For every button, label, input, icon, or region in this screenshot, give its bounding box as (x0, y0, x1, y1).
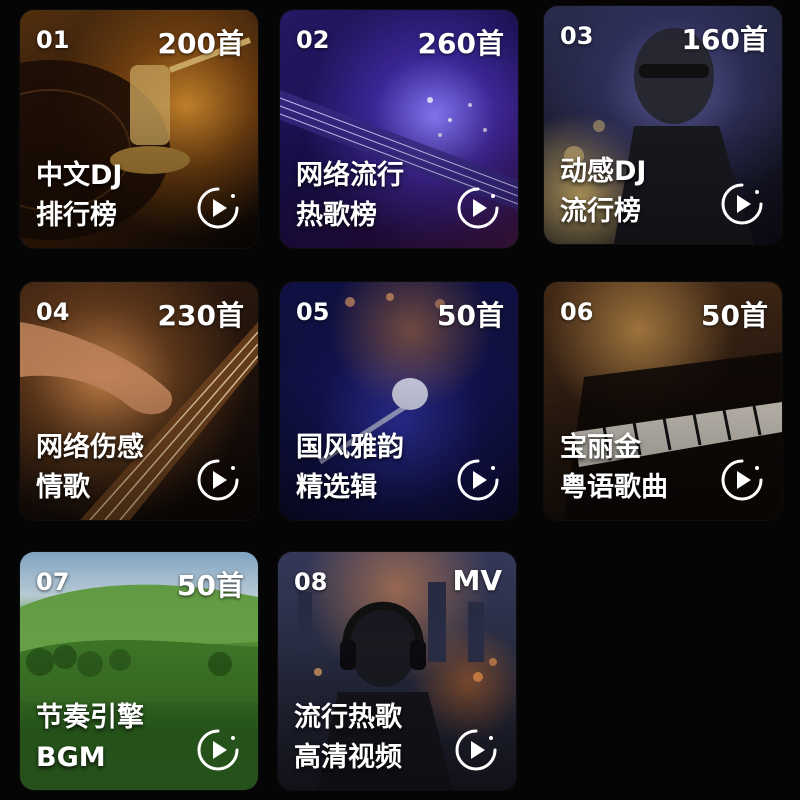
play-circle-icon[interactable] (456, 186, 500, 230)
playlist-title-line1: 中文DJ (36, 160, 123, 191)
playlist-title-line1: 宝丽金 (560, 432, 641, 463)
playlist-title-line2: 粤语歌曲 (560, 472, 668, 503)
playlist-title-line1: 流行热歌 (294, 702, 402, 733)
playlist-card-01[interactable]: 01 200首 中文DJ 排行榜 (20, 10, 258, 248)
playlist-title: 宝丽金 粤语歌曲 (560, 428, 668, 508)
playlist-title-line2: 流行榜 (560, 196, 641, 227)
playlist-title-line1: 节奏引擎 (36, 702, 144, 733)
playlist-title-line1: 网络伤感 (36, 432, 144, 463)
play-circle-icon[interactable] (720, 458, 764, 502)
play-circle-icon[interactable] (196, 458, 240, 502)
playlist-number: 02 (296, 26, 330, 54)
playlist-title-line2: 热歌榜 (296, 200, 377, 231)
playlist-title-line2: 高清视频 (294, 742, 402, 773)
playlist-track-count: 160首 (681, 23, 768, 56)
playlist-track-count: 230首 (157, 299, 244, 332)
play-circle-icon[interactable] (456, 458, 500, 502)
playlist-card-03[interactable]: 03 160首 动感DJ 流行榜 (544, 6, 782, 244)
playlist-title-line2: 排行榜 (36, 200, 117, 231)
playlist-number: 07 (36, 568, 70, 596)
play-circle-icon[interactable] (196, 728, 240, 772)
playlist-title: 节奏引擎 BGM (36, 698, 144, 778)
playlist-title-line2: 精选辑 (296, 472, 377, 503)
playlist-card-02[interactable]: 02 260首 网络流行 热歌榜 (280, 10, 518, 248)
playlist-number: 04 (36, 298, 70, 326)
play-circle-icon[interactable] (454, 728, 498, 772)
playlist-number: 05 (296, 298, 330, 326)
playlist-card-06[interactable]: 06 50首 宝丽金 粤语歌曲 (544, 282, 782, 520)
playlist-title: 国风雅韵 精选辑 (296, 428, 404, 508)
playlist-number: 06 (560, 298, 594, 326)
playlist-track-count: 50首 (177, 569, 244, 602)
playlist-title: 中文DJ 排行榜 (36, 156, 122, 236)
playlist-title-line1: 网络流行 (296, 160, 404, 191)
playlist-number: 01 (36, 26, 70, 54)
playlist-track-count: MV (452, 564, 502, 597)
playlist-track-count: 50首 (701, 299, 768, 332)
playlist-number: 08 (294, 568, 328, 596)
playlist-card-08[interactable]: 08 MV 流行热歌 高清视频 (278, 552, 516, 790)
playlist-track-count: 50首 (437, 299, 504, 332)
playlist-title-line2: BGM (36, 742, 106, 773)
playlist-card-05[interactable]: 05 50首 国风雅韵 精选辑 (280, 282, 518, 520)
play-circle-icon[interactable] (196, 186, 240, 230)
playlist-track-count: 260首 (417, 27, 504, 60)
playlist-card-07[interactable]: 07 50首 节奏引擎 BGM (20, 552, 258, 790)
playlist-grid: 01 200首 中文DJ 排行榜 02 260首 网络流行 热歌榜 03 160… (0, 0, 800, 800)
playlist-card-04[interactable]: 04 230首 网络伤感 情歌 (20, 282, 258, 520)
playlist-title: 流行热歌 高清视频 (294, 698, 402, 778)
playlist-track-count: 200首 (157, 27, 244, 60)
playlist-title: 动感DJ 流行榜 (560, 152, 646, 232)
playlist-title: 网络伤感 情歌 (36, 428, 144, 508)
playlist-number: 03 (560, 22, 594, 50)
play-circle-icon[interactable] (720, 182, 764, 226)
playlist-title-line1: 国风雅韵 (296, 432, 404, 463)
playlist-title-line2: 情歌 (36, 472, 90, 503)
playlist-title-line1: 动感DJ (560, 156, 647, 187)
playlist-title: 网络流行 热歌榜 (296, 156, 404, 236)
